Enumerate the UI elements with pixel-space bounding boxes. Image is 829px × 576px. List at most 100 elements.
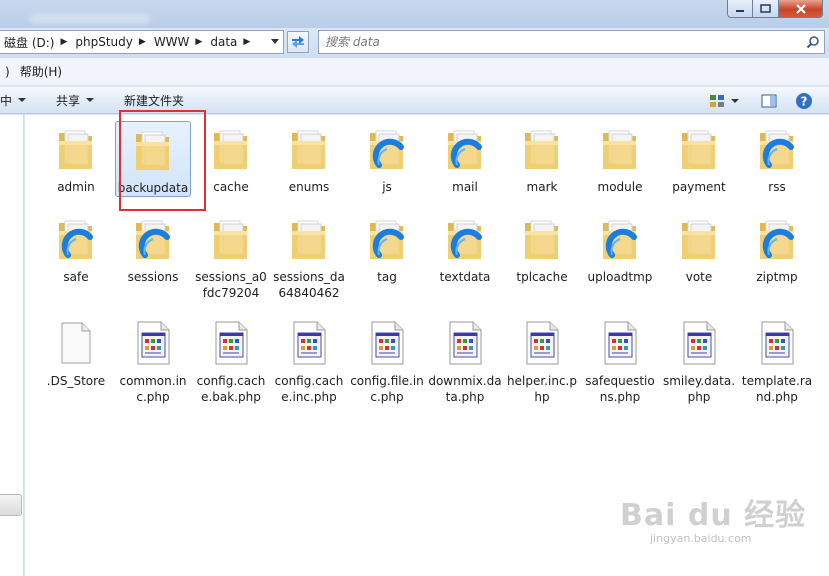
item-label: sessions_da64840462 <box>273 270 345 300</box>
folder-icon <box>48 121 104 177</box>
item-label: ziptmp <box>756 270 798 284</box>
folder-item[interactable]: tplcache <box>504 211 580 285</box>
folder-item[interactable]: module <box>582 121 658 195</box>
crumb-data[interactable]: data <box>207 31 240 53</box>
folder-item[interactable]: backupdata <box>115 121 191 197</box>
folder-item[interactable]: sessions <box>115 211 191 285</box>
php-file-icon <box>125 315 181 371</box>
chevron-down-icon[interactable] <box>731 98 739 103</box>
folder-item[interactable]: admin <box>38 121 114 195</box>
folder-item[interactable]: sessions_a0fdc79204 <box>193 211 269 301</box>
maximize-button[interactable] <box>753 0 779 18</box>
file-item[interactable]: safequestions.php <box>582 315 658 405</box>
file-item[interactable]: config.cache.inc.php <box>271 315 347 405</box>
crumb-www[interactable]: WWW <box>151 31 193 53</box>
folder-sync-icon <box>125 211 181 267</box>
nav-pane-scrollbar[interactable] <box>0 494 22 516</box>
refresh-icon <box>292 36 304 48</box>
watermark-main: Bai du 经验 <box>620 498 807 533</box>
minimize-button[interactable] <box>727 0 753 18</box>
folder-icon <box>671 121 727 177</box>
help-button[interactable]: ? <box>789 90 819 111</box>
folder-icon <box>203 121 259 177</box>
folder-sync-icon <box>749 211 805 267</box>
navigation-pane[interactable] <box>0 115 24 576</box>
search-input[interactable] <box>325 34 795 50</box>
refresh-button[interactable] <box>287 31 309 53</box>
folder-sync-icon <box>359 211 415 267</box>
file-item[interactable]: downmix.data.php <box>427 315 503 405</box>
change-view-button[interactable] <box>703 90 745 111</box>
blank-file-icon <box>48 315 104 371</box>
menu-bar: ) 帮助(H) <box>0 58 829 86</box>
item-label: tag <box>377 270 397 284</box>
close-icon <box>795 3 806 14</box>
item-label: safequestions.php <box>585 374 655 404</box>
file-item[interactable]: common.inc.php <box>115 315 191 405</box>
item-label: config.file.inc.php <box>350 374 424 404</box>
address-bar[interactable]: 磁盘 (D:) ▶ phpStudy ▶ WWW ▶ data ▶ <box>0 30 284 54</box>
item-label: mail <box>452 180 478 194</box>
folder-item[interactable]: ziptmp <box>739 211 815 285</box>
share-button[interactable]: 共享 <box>50 90 100 111</box>
file-item[interactable]: .DS_Store <box>38 315 114 389</box>
folder-item[interactable]: uploadtmp <box>582 211 658 285</box>
item-label: common.inc.php <box>119 374 187 404</box>
php-file-icon <box>203 315 259 371</box>
php-file-icon <box>749 315 805 371</box>
folder-item[interactable]: tag <box>349 211 425 285</box>
folder-item[interactable]: payment <box>661 121 737 195</box>
folder-icon <box>592 121 648 177</box>
folder-item[interactable]: textdata <box>427 211 503 285</box>
include-in-library-button[interactable]: 中 <box>0 90 32 111</box>
item-label: rss <box>768 180 786 194</box>
folder-icon <box>281 211 337 267</box>
new-folder-button[interactable]: 新建文件夹 <box>118 90 190 111</box>
close-button[interactable] <box>779 0 823 18</box>
menu-item-help[interactable]: 帮助(H) <box>15 62 67 82</box>
folder-icon <box>514 121 570 177</box>
folder-item[interactable]: cache <box>193 121 269 195</box>
preview-pane-button[interactable] <box>755 90 783 111</box>
chevron-right-icon[interactable]: ▶ <box>57 37 72 47</box>
baidu-watermark: Bai du 经验 jingyan.baidu.com <box>620 490 807 545</box>
watermark-sub: jingyan.baidu.com <box>650 532 752 545</box>
menu-item-tools[interactable]: ) <box>0 62 15 82</box>
chevron-down-icon <box>86 98 95 102</box>
folder-item[interactable]: mark <box>504 121 580 195</box>
file-item[interactable]: template.rand.php <box>739 315 815 405</box>
item-label: safe <box>63 270 89 284</box>
chevron-right-icon[interactable]: ▶ <box>240 37 255 47</box>
crumb-drive[interactable]: 磁盘 (D:) <box>1 31 57 53</box>
folder-item[interactable]: rss <box>739 121 815 195</box>
search-icon[interactable] <box>806 35 820 49</box>
crumb-phpstudy[interactable]: phpStudy <box>72 31 136 53</box>
php-file-icon <box>671 315 727 371</box>
item-label: mark <box>526 180 558 194</box>
folder-item[interactable]: sessions_da64840462 <box>271 211 347 301</box>
item-label: config.cache.bak.php <box>196 374 266 404</box>
folder-item[interactable]: vote <box>661 211 737 285</box>
item-label: textdata <box>439 270 491 284</box>
folder-sync-icon <box>437 121 493 177</box>
file-item[interactable]: config.cache.bak.php <box>193 315 269 405</box>
file-item[interactable]: helper.inc.php <box>504 315 580 405</box>
item-label: js <box>382 180 392 194</box>
folder-icon <box>125 122 181 178</box>
chevron-right-icon[interactable]: ▶ <box>192 37 207 47</box>
folder-sync-icon <box>48 211 104 267</box>
folder-item[interactable]: mail <box>427 121 503 195</box>
chevron-right-icon[interactable]: ▶ <box>136 37 151 47</box>
chevron-down-icon[interactable] <box>271 39 279 44</box>
window-controls <box>727 0 823 18</box>
folder-item[interactable]: js <box>349 121 425 195</box>
share-label: 共享 <box>56 93 81 108</box>
view-controls: ? <box>703 87 829 114</box>
folder-item[interactable]: enums <box>271 121 347 195</box>
file-item[interactable]: config.file.inc.php <box>349 315 425 405</box>
php-file-icon <box>281 315 337 371</box>
folder-item[interactable]: safe <box>38 211 114 285</box>
file-item[interactable]: smiley.data.php <box>661 315 737 405</box>
search-box[interactable] <box>318 30 825 54</box>
folder-icon <box>203 211 259 267</box>
